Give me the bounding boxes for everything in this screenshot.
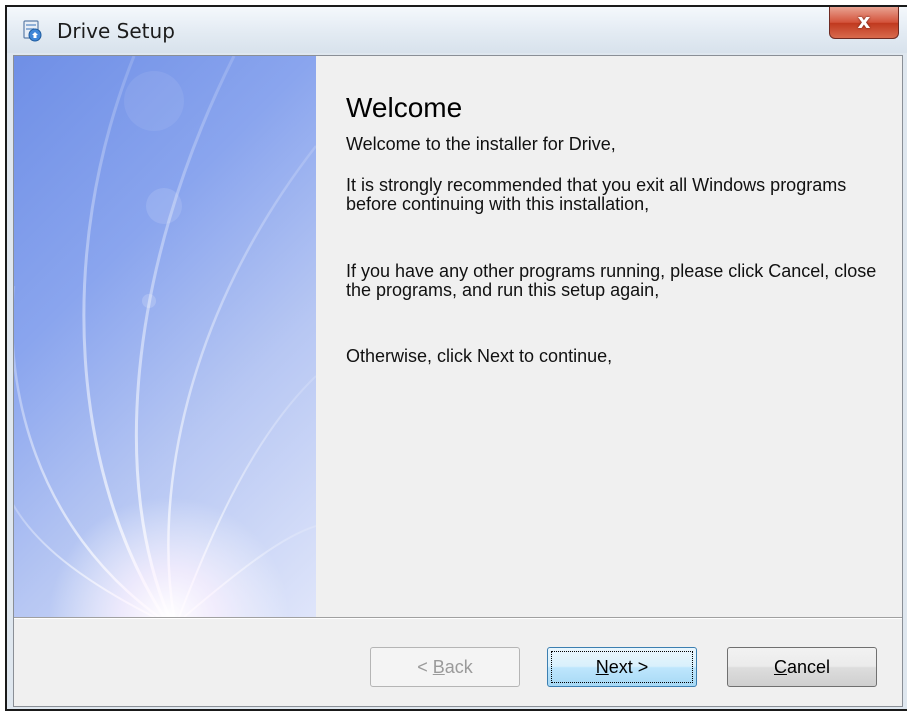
exit-programs-text: It is strongly recommended that you exit… [346, 175, 847, 214]
setup-window: Drive Setup x Welcome Welcome to the ins… [5, 5, 907, 711]
welcome-heading: Welcome [346, 92, 463, 123]
intro-text: Welcome to the installer for Drive, [346, 134, 616, 154]
title-bar[interactable]: Drive Setup x [7, 7, 907, 53]
next-button-label: Next > [595, 657, 649, 677]
back-button[interactable]: < Back [370, 647, 520, 687]
light-ray-graphic [14, 56, 316, 617]
wizard-body: Welcome Welcome to the installer for Dri… [13, 55, 903, 707]
setup-app-icon [23, 20, 42, 42]
window-title: Drive Setup [57, 19, 175, 43]
close-icon: x [857, 9, 871, 33]
side-banner-image [14, 56, 316, 617]
button-area-divider [14, 617, 902, 619]
close-button[interactable]: x [829, 7, 899, 39]
continue-instructions-text: Otherwise, click Next to continue, [346, 346, 613, 366]
cancel-instructions-text: If you have any other programs running, … [346, 261, 877, 300]
next-button[interactable]: Next > [547, 647, 697, 687]
cancel-button[interactable]: Cancel [727, 647, 877, 687]
